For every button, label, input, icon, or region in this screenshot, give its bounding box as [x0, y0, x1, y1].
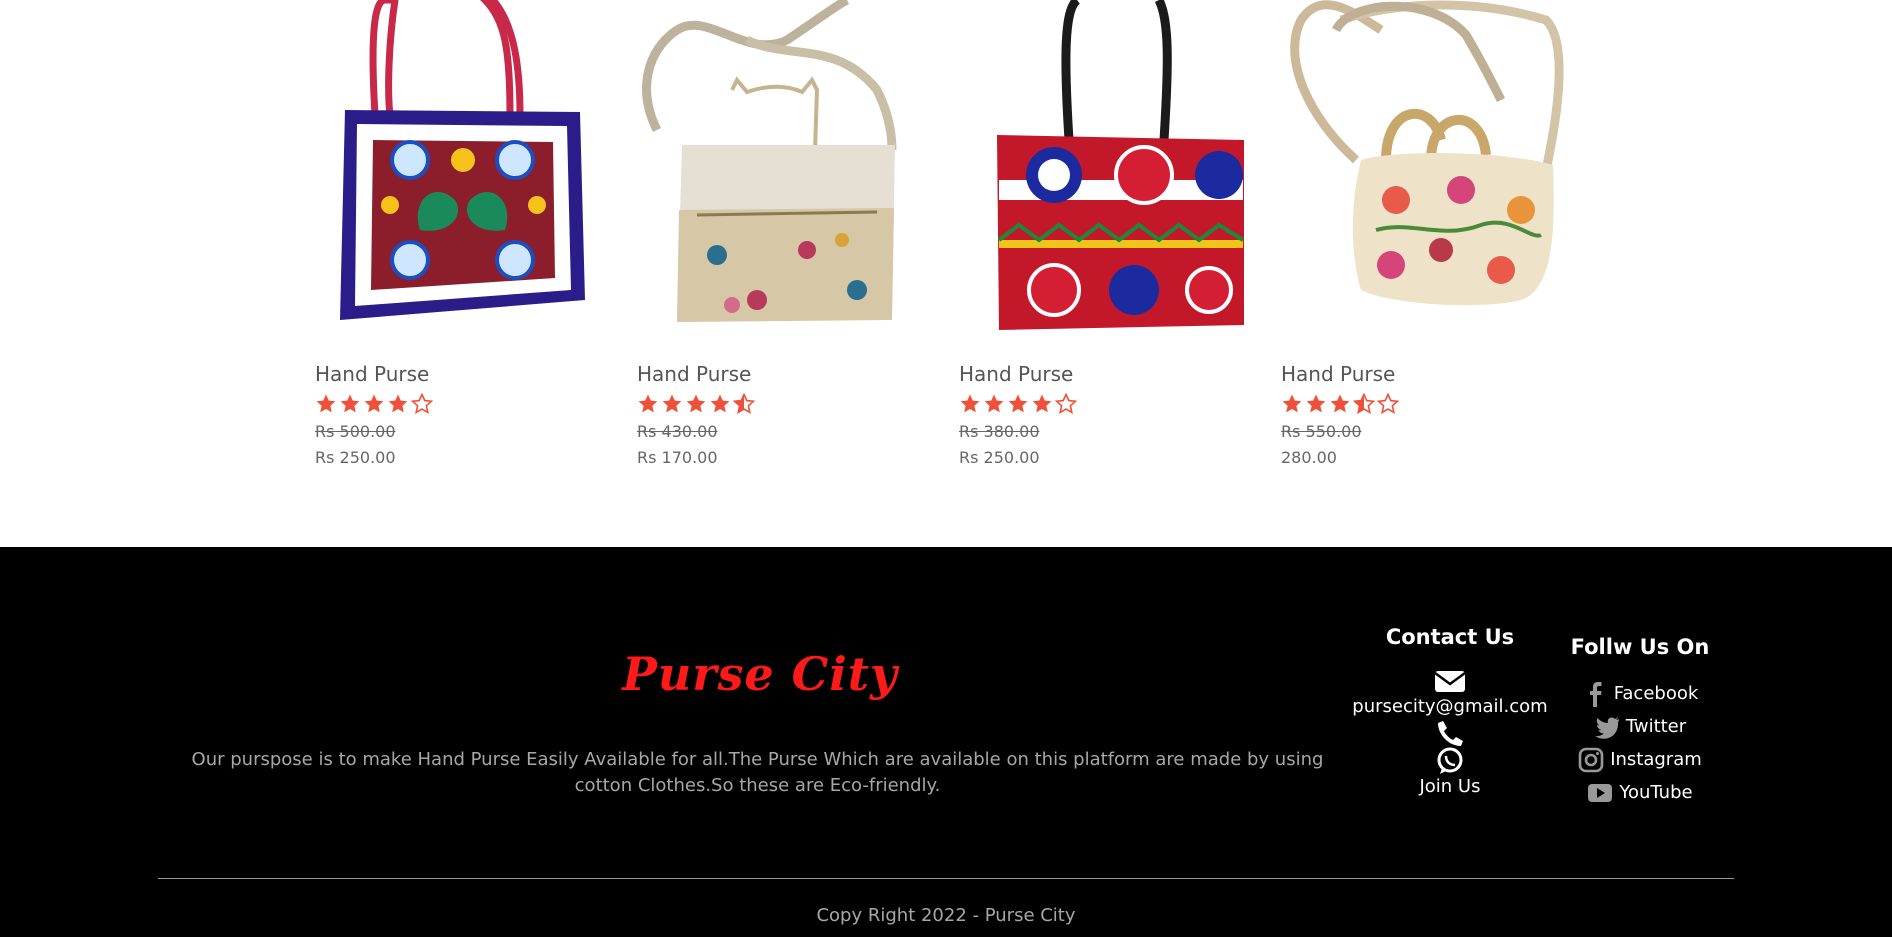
- twitter-link[interactable]: Twitter: [1570, 710, 1710, 743]
- sale-price: Rs 250.00: [315, 448, 396, 467]
- star-full-icon: [315, 393, 337, 415]
- star-full-icon: [387, 393, 409, 415]
- product-image[interactable]: [637, 0, 937, 340]
- star-full-icon: [1329, 393, 1351, 415]
- purse-image-icon: [340, 0, 585, 320]
- star-full-icon: [339, 393, 361, 415]
- copyright-text: Copy Right 2022 - Purse City: [816, 905, 1076, 926]
- star-empty-icon: [410, 392, 434, 415]
- star-rating: [315, 392, 434, 415]
- original-price: Rs 430.00: [637, 422, 718, 441]
- star-rating: [1281, 392, 1400, 415]
- product-card[interactable]: Hand Purse Rs 380.00 Rs 250.00: [959, 0, 1259, 480]
- star-full-icon: [959, 393, 981, 415]
- youtube-link[interactable]: YouTube: [1570, 776, 1710, 809]
- follow-heading: Follw Us On: [1570, 635, 1710, 659]
- star-full-icon: [637, 393, 659, 415]
- instagram-label[interactable]: Instagram: [1610, 749, 1702, 770]
- star-full-icon: [685, 393, 707, 415]
- brand-logo[interactable]: Purse City: [600, 647, 920, 701]
- star-rating: [637, 392, 756, 415]
- social-section: Follw Us On Facebook Twitter Instagram Y…: [1570, 635, 1710, 809]
- sale-price: Rs 250.00: [959, 448, 1040, 467]
- twitter-icon: [1594, 716, 1619, 739]
- star-full-icon: [1305, 393, 1327, 415]
- product-name[interactable]: Hand Purse: [1281, 362, 1395, 386]
- youtube-label[interactable]: YouTube: [1619, 782, 1692, 803]
- product-card[interactable]: Hand Purse Rs 550.00 280.00: [1281, 0, 1581, 480]
- site-footer: Purse City Our purspose is to make Hand …: [0, 547, 1892, 937]
- product-card[interactable]: Hand Purse Rs 430.00 Rs 170.00: [637, 0, 937, 480]
- product-grid: Hand Purse Rs 500.00 Rs 250.00 Hand Purs…: [0, 0, 1892, 547]
- product-image[interactable]: [315, 0, 615, 340]
- footer-divider: [158, 878, 1734, 879]
- star-half-icon: [1352, 392, 1376, 415]
- product-image[interactable]: [959, 0, 1259, 340]
- sale-price: Rs 170.00: [637, 448, 718, 467]
- original-price: Rs 550.00: [1281, 422, 1362, 441]
- star-full-icon: [1281, 393, 1303, 415]
- star-full-icon: [363, 393, 385, 415]
- product-name[interactable]: Hand Purse: [637, 362, 751, 386]
- facebook-icon: [1589, 681, 1602, 707]
- envelope-icon[interactable]: [1434, 667, 1466, 695]
- contact-email[interactable]: pursecity@gmail.com: [1350, 696, 1550, 717]
- star-full-icon: [1031, 393, 1053, 415]
- star-empty-icon: [1054, 392, 1078, 415]
- star-full-icon: [709, 393, 731, 415]
- purse-image-icon: [642, 0, 897, 322]
- sale-price: 280.00: [1281, 448, 1337, 467]
- purse-image-icon: [997, 0, 1245, 330]
- star-full-icon: [983, 393, 1005, 415]
- star-full-icon: [661, 393, 683, 415]
- star-rating: [959, 392, 1078, 415]
- star-full-icon: [1007, 393, 1029, 415]
- facebook-label[interactable]: Facebook: [1614, 683, 1699, 704]
- instagram-icon: [1578, 747, 1604, 772]
- about-text: Our purspose is to make Hand Purse Easil…: [191, 749, 1324, 796]
- whatsapp-icon[interactable]: [1434, 747, 1466, 775]
- star-half-icon: [732, 392, 756, 415]
- youtube-icon: [1588, 783, 1613, 802]
- original-price: Rs 500.00: [315, 422, 396, 441]
- join-us-link[interactable]: Join Us: [1350, 776, 1550, 797]
- contact-section: Contact Us pursecity@gmail.com Join Us: [1350, 625, 1550, 799]
- product-name[interactable]: Hand Purse: [959, 362, 1073, 386]
- purse-image-icon: [1290, 0, 1564, 306]
- product-name[interactable]: Hand Purse: [315, 362, 429, 386]
- product-image[interactable]: [1281, 0, 1581, 340]
- contact-heading: Contact Us: [1385, 625, 1515, 649]
- phone-icon[interactable]: [1434, 719, 1466, 747]
- star-empty-icon: [1376, 392, 1400, 415]
- facebook-link[interactable]: Facebook: [1570, 677, 1710, 710]
- instagram-link[interactable]: Instagram: [1570, 743, 1710, 776]
- original-price: Rs 380.00: [959, 422, 1040, 441]
- product-card[interactable]: Hand Purse Rs 500.00 Rs 250.00: [315, 0, 615, 480]
- twitter-label[interactable]: Twitter: [1626, 716, 1686, 737]
